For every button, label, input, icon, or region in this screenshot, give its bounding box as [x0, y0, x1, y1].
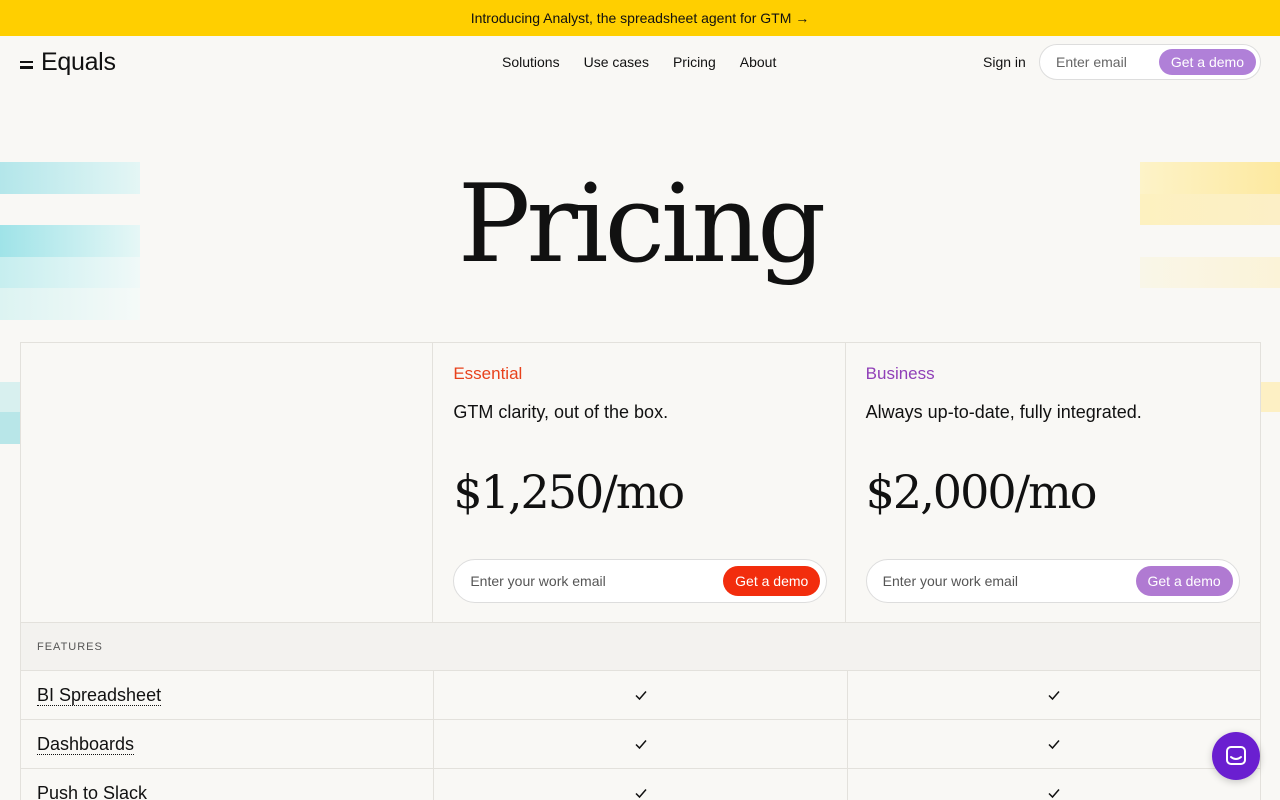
feature-row: Push to Slack — [21, 769, 1260, 800]
logo-text: Equals — [41, 48, 116, 76]
feature-essential-cell — [434, 671, 848, 719]
feature-business-cell — [848, 720, 1260, 768]
plans-row: Essential GTM clarity, out of the box. $… — [21, 343, 1260, 623]
nav-email-input[interactable] — [1056, 54, 1156, 70]
get-demo-button[interactable]: Get a demo — [723, 566, 821, 596]
plan-email-form: Get a demo — [453, 559, 828, 603]
sign-in-link[interactable]: Sign in — [983, 54, 1026, 70]
plan-essential: Essential GTM clarity, out of the box. $… — [433, 343, 846, 622]
announcement-banner[interactable]: Introducing Analyst, the spreadsheet age… — [0, 0, 1280, 36]
nav-link-solutions[interactable]: Solutions — [502, 54, 560, 70]
nav-links: Solutions Use cases Pricing About — [502, 54, 776, 70]
check-icon — [634, 789, 647, 799]
chat-button[interactable] — [1212, 732, 1260, 780]
feature-name[interactable]: Dashboards — [37, 734, 135, 755]
feature-row: BI Spreadsheet — [21, 671, 1260, 720]
top-nav: Equals Solutions Use cases Pricing About… — [0, 36, 1280, 88]
feature-name-cell: BI Spreadsheet — [21, 671, 434, 719]
work-email-input[interactable] — [882, 573, 1103, 589]
feature-essential-cell — [434, 720, 848, 768]
chat-icon — [1226, 746, 1246, 765]
feature-name-cell: Dashboards — [21, 720, 434, 768]
nav-link-pricing[interactable]: Pricing — [673, 54, 716, 70]
plan-tagline: Always up-to-date, fully integrated. — [865, 402, 1142, 422]
plan-price: $1,250/mo — [453, 465, 685, 519]
feature-row: Dashboards — [21, 720, 1260, 769]
check-icon — [1048, 789, 1060, 799]
feature-name[interactable]: BI Spreadsheet — [37, 685, 162, 706]
nav-email-form: Get a demo — [1039, 44, 1261, 80]
check-icon — [634, 740, 647, 750]
nav-link-use-cases[interactable]: Use cases — [584, 54, 649, 70]
equals-logo-icon — [20, 60, 33, 69]
work-email-input[interactable] — [470, 573, 691, 589]
page-title: Pricing — [457, 162, 827, 287]
plan-business: Business Always up-to-date, fully integr… — [846, 343, 1260, 622]
feature-business-cell — [848, 769, 1260, 800]
check-icon — [634, 691, 647, 701]
get-demo-button[interactable]: Get a demo — [1135, 566, 1233, 596]
plans-empty-cell — [21, 343, 434, 622]
logo[interactable]: Equals — [20, 48, 116, 77]
features-heading-label: FEATURES — [37, 640, 103, 653]
plan-name: Business — [865, 364, 935, 383]
check-icon — [1048, 691, 1060, 701]
announcement-text[interactable]: Introducing Analyst, the spreadsheet age… — [471, 10, 810, 26]
check-icon — [1048, 740, 1060, 750]
feature-essential-cell — [434, 769, 848, 800]
feature-name-cell: Push to Slack — [21, 769, 434, 800]
feature-name[interactable]: Push to Slack — [37, 783, 147, 800]
nav-link-about[interactable]: About — [740, 54, 777, 70]
feature-business-cell — [848, 671, 1260, 719]
plan-tagline: GTM clarity, out of the box. — [453, 402, 669, 422]
pricing-table: Essential GTM clarity, out of the box. $… — [20, 342, 1261, 800]
nav-get-demo-button[interactable]: Get a demo — [1158, 49, 1256, 75]
features-heading: FEATURES — [21, 623, 1260, 671]
plan-name: Essential — [453, 364, 523, 383]
plan-email-form: Get a demo — [865, 559, 1240, 603]
plan-price: $2,000/mo — [865, 465, 1098, 519]
